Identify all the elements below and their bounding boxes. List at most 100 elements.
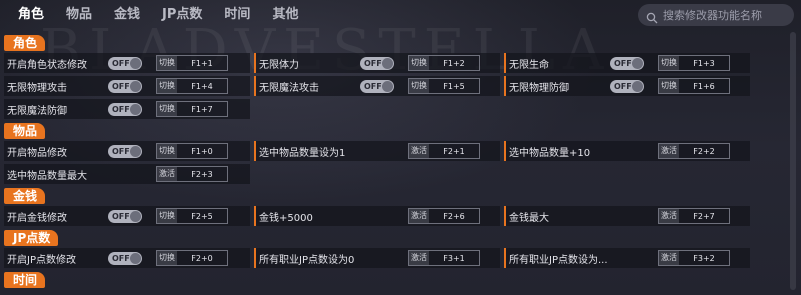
hotkey-action: 激活: [157, 167, 177, 181]
option-label: 选中物品数量设为1: [259, 147, 346, 159]
scrollbar[interactable]: [790, 32, 796, 290]
hotkey-box[interactable]: 切换 F1+5: [408, 78, 480, 94]
toggle-switch[interactable]: OFF: [108, 79, 142, 93]
hotkey-action: 切换: [157, 79, 177, 93]
activate-button[interactable]: 激活 F3+1: [408, 250, 480, 266]
hotkey-action: 切换: [157, 251, 177, 265]
hotkey-key: F1+6: [693, 81, 715, 91]
option-label: 开启JP点数修改: [7, 254, 76, 266]
hotkey-key: F1+7: [191, 104, 213, 114]
activate-button[interactable]: 激活 F2+7: [658, 208, 730, 224]
option-cell: 选中物品数量最大 激活 F2+3: [4, 164, 250, 184]
section-header: JP点数: [4, 230, 59, 246]
tab-time[interactable]: 时间: [224, 0, 250, 30]
option-label: 开启物品修改: [7, 147, 67, 159]
hotkey-action: 切换: [157, 102, 177, 116]
hotkey-box[interactable]: 切换 F1+3: [658, 55, 730, 71]
option-label: 无限魔法攻击: [259, 82, 319, 94]
option-label: 无限物理攻击: [7, 82, 67, 94]
hotkey-key: F2+3: [191, 169, 213, 179]
option-row: 开启JP点数修改 OFF 切换 F2+0 所有职业JP点数设为0 激活 F3+1 所…: [4, 246, 790, 269]
toggle-state: OFF: [614, 58, 632, 68]
section-jp: JP点数 开启JP点数修改 OFF 切换 F2+0 所有职业JP点数设为0 激活 F…: [0, 227, 790, 269]
toggle-knob: [130, 145, 141, 157]
search-input[interactable]: [663, 8, 793, 22]
option-label: 金钱+5000: [259, 212, 313, 224]
hotkey-action: 切换: [157, 56, 177, 70]
option-label: 选中物品数量+10: [509, 147, 591, 159]
toggle-state: OFF: [112, 146, 130, 156]
hotkey-key: F2+5: [191, 211, 213, 221]
top-bar: 角色 物品 金钱 JP点数 时间 其他: [0, 0, 801, 30]
toggle-knob: [382, 80, 393, 92]
activate-button[interactable]: 激活 F3+2: [658, 250, 730, 266]
toggle-switch[interactable]: OFF: [360, 79, 394, 93]
hotkey-key: F1+4: [191, 81, 213, 91]
option-cell: 所有职业JP点数设为0 激活 F3+1: [254, 248, 500, 268]
tab-jp[interactable]: JP点数: [162, 0, 202, 30]
option-cell: 金钱最大 激活 F2+7: [504, 206, 750, 226]
hotkey-key: F2+6: [443, 211, 465, 221]
toggle-knob: [130, 252, 141, 264]
hotkey-box[interactable]: 切换 F1+2: [408, 55, 480, 71]
hotkey-box[interactable]: 切换 F2+0: [156, 250, 228, 266]
option-cell: 开启物品修改 OFF 切换 F1+0: [4, 141, 250, 161]
hotkey-box[interactable]: 切换 F1+4: [156, 78, 228, 94]
activate-button[interactable]: 激活 F2+3: [156, 166, 228, 182]
hotkey-key: F2+1: [443, 146, 465, 156]
option-label: 无限物理防御: [509, 82, 569, 94]
toggle-switch[interactable]: OFF: [108, 144, 142, 158]
hotkey-box[interactable]: 切换 F1+0: [156, 143, 228, 159]
hotkey-key: F2+7: [693, 211, 715, 221]
hotkey-box[interactable]: 切换 F1+6: [658, 78, 730, 94]
hotkey-key: F1+3: [693, 58, 715, 68]
hotkey-box[interactable]: 切换 F2+5: [156, 208, 228, 224]
hotkey-action: 切换: [659, 56, 679, 70]
toggle-knob: [632, 80, 643, 92]
hotkey-action: 激活: [409, 251, 429, 265]
option-label: 开启角色状态修改: [7, 59, 87, 71]
activate-button[interactable]: 激活 F2+2: [658, 143, 730, 159]
toggle-knob: [130, 80, 141, 92]
toggle-switch[interactable]: OFF: [108, 56, 142, 70]
tab-money[interactable]: 金钱: [114, 0, 140, 30]
tab-other[interactable]: 其他: [272, 0, 298, 30]
hotkey-action: 切换: [409, 79, 429, 93]
hotkey-key: F1+5: [443, 81, 465, 91]
toggle-knob: [382, 57, 393, 69]
section-header: 角色: [4, 35, 46, 51]
hotkey-key: F3+1: [443, 253, 465, 263]
toggle-knob: [632, 57, 643, 69]
option-cell: 金钱+5000 激活 F2+6: [254, 206, 500, 226]
hotkey-box[interactable]: 切换 F1+1: [156, 55, 228, 71]
hotkey-action: 切换: [659, 79, 679, 93]
search-box[interactable]: [638, 4, 794, 26]
activate-button[interactable]: 激活 F2+1: [408, 143, 480, 159]
option-cell: 选中物品数量设为1 激活 F2+1: [254, 141, 500, 161]
option-label: 无限体力: [259, 59, 299, 71]
option-cell: 开启JP点数修改 OFF 切换 F2+0: [4, 248, 250, 268]
hotkey-action: 激活: [659, 251, 679, 265]
toggle-switch[interactable]: OFF: [610, 56, 644, 70]
tab-items[interactable]: 物品: [66, 0, 92, 30]
toggle-state: OFF: [364, 81, 382, 91]
option-cell: 选中物品数量+10 激活 F2+2: [504, 141, 750, 161]
section-header: 物品: [4, 123, 46, 139]
toggle-knob: [130, 103, 141, 115]
option-row: 开启物品修改 OFF 切换 F1+0 选中物品数量设为1 激活 F2+1 选中物品数…: [4, 139, 790, 162]
hotkey-key: F2+2: [693, 146, 715, 156]
toggle-switch[interactable]: OFF: [360, 56, 394, 70]
toggle-switch[interactable]: OFF: [108, 251, 142, 265]
option-cell: 无限生命 OFF 切换 F1+3: [504, 53, 750, 73]
section-items: 物品 开启物品修改 OFF 切换 F1+0 选中物品数量设为1 激活 F2+1 选中…: [0, 120, 790, 185]
toggle-switch[interactable]: OFF: [108, 102, 142, 116]
search-icon: [646, 9, 658, 24]
hotkey-action: 激活: [659, 144, 679, 158]
activate-button[interactable]: 激活 F2+6: [408, 208, 480, 224]
toggle-switch[interactable]: OFF: [108, 209, 142, 223]
hotkey-key: F1+1: [191, 58, 213, 68]
tab-role[interactable]: 角色: [18, 0, 44, 30]
toggle-switch[interactable]: OFF: [610, 79, 644, 93]
hotkey-box[interactable]: 切换 F1+7: [156, 101, 228, 117]
section-header: 时间: [4, 272, 46, 288]
